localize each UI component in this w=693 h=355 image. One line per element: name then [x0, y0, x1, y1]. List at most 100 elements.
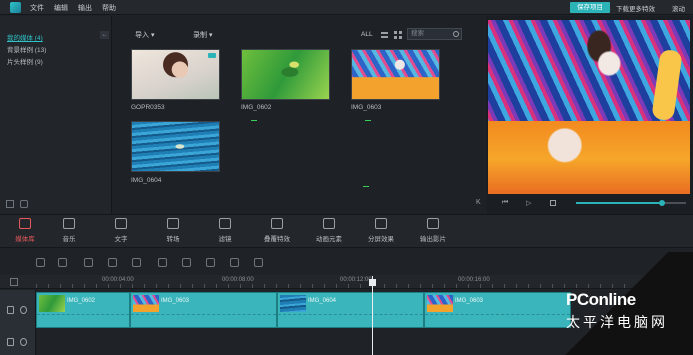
redo-icon[interactable] [58, 258, 67, 267]
clip-thumbnail [133, 295, 159, 312]
collapse-panel-icon[interactable]: ← [100, 31, 109, 39]
search-input[interactable]: 搜索 [407, 28, 462, 40]
video-camera-icon [208, 53, 216, 58]
app-logo-icon [10, 2, 21, 13]
tab-split-screen[interactable]: 分屏效果 [356, 218, 406, 243]
video-track-icon[interactable] [7, 306, 14, 314]
folder-icon [19, 218, 31, 229]
overlay-icon [271, 218, 283, 229]
image-icon [323, 218, 335, 229]
ruler-tick: 00:00:12:00 [340, 277, 372, 283]
zoom-icon[interactable] [182, 258, 191, 267]
menu-help[interactable]: 帮助 [102, 3, 116, 13]
tool-tabs: 媒体库 音乐 文字 转场 滤镜 叠覆特效 动画元素 分屏效果 输出影片 [0, 214, 693, 248]
tab-export[interactable]: 输出影片 [408, 218, 458, 243]
download-effects-link[interactable]: 下载更多特效 [616, 3, 655, 13]
tab-image[interactable]: 动画元素 [304, 218, 354, 243]
media-thumbnail-gopr0353[interactable] [131, 49, 220, 100]
tab-label: 滤镜 [218, 236, 232, 243]
clip-audio-line [131, 314, 276, 315]
timeline-clip[interactable]: IMG_0604 [277, 292, 424, 328]
record-dropdown[interactable]: 录制 ▾ [193, 30, 212, 40]
text-icon [115, 218, 127, 229]
settings-icon[interactable] [84, 258, 93, 267]
visibility-icon[interactable] [20, 306, 27, 314]
media-thumbnail-img-0602[interactable] [241, 49, 330, 100]
clip-audio-line [278, 314, 423, 315]
media-panel: 导入 ▾ 录制 ▾ ALL 搜索 GOPR0353 IMG_0602 IMG_0… [113, 16, 485, 214]
progress-fill [576, 202, 662, 204]
grid-view-icon[interactable] [394, 31, 402, 39]
add-folder-icon[interactable] [6, 200, 14, 208]
timeline-clip[interactable]: IMG_0603 [130, 292, 277, 328]
import-dropdown[interactable]: 导入 ▾ [135, 30, 154, 40]
tab-music-note[interactable]: 音乐 [44, 218, 94, 243]
play-icon[interactable]: ▷ [526, 199, 531, 207]
media-label: IMG_0603 [351, 104, 382, 111]
tab-text[interactable]: 文字 [96, 218, 146, 243]
clip-label: IMG_0603 [455, 298, 484, 304]
timeline-clip[interactable]: IMG_0602 [36, 292, 130, 328]
preview-skateboard [651, 48, 683, 122]
tab-label: 转场 [166, 236, 180, 243]
delete-folder-icon[interactable] [20, 200, 28, 208]
clip-label: IMG_0602 [67, 298, 96, 304]
used-marker [365, 120, 371, 121]
tab-overlay[interactable]: 叠覆特效 [252, 218, 302, 243]
ruler-tick: 00:00:16:00 [458, 277, 490, 283]
playhead-handle[interactable] [369, 279, 376, 286]
clip-audio-line [37, 314, 129, 315]
used-marker [363, 186, 369, 187]
duration-icon[interactable] [254, 258, 263, 267]
save-project-button[interactable]: 保存项目 [570, 2, 610, 13]
list-view-icon[interactable] [381, 32, 388, 38]
transition-icon [167, 218, 179, 229]
filter-all[interactable]: ALL [361, 31, 373, 38]
tab-folder[interactable]: 媒体库 [0, 218, 50, 243]
tab-label: 文字 [114, 236, 128, 243]
crop-icon[interactable] [158, 258, 167, 267]
preview-prev-icon[interactable]: K [476, 199, 481, 206]
watermark-subtitle: 太平洋电脑网 [566, 314, 668, 330]
preview-progress-bar[interactable] [576, 200, 686, 206]
add-track-icon[interactable] [10, 278, 18, 286]
library-item-backgrounds[interactable]: 背景样例 (13) [7, 44, 46, 54]
preview-step-back-icon[interactable]: ⏮ [502, 199, 508, 207]
filter-icon [219, 218, 231, 229]
search-placeholder: 搜索 [411, 30, 424, 37]
preview-video[interactable] [488, 20, 690, 194]
music-note-icon [63, 218, 75, 229]
stop-icon[interactable] [550, 200, 556, 206]
menu-export[interactable]: 输出 [78, 3, 92, 13]
tab-label: 音乐 [62, 236, 76, 243]
audio-track-header [0, 330, 36, 355]
preview-panel: K ⏮ ▷ [476, 16, 693, 214]
library-item-intros[interactable]: 片头样例 (9) [7, 56, 43, 66]
media-thumbnail-img-0604[interactable] [131, 121, 220, 172]
clip-thumbnail [39, 295, 65, 312]
delete-icon[interactable] [132, 258, 141, 267]
mute-icon[interactable] [20, 338, 27, 346]
tab-label: 输出影片 [420, 236, 446, 243]
menu-file[interactable]: 文件 [30, 3, 44, 13]
tab-label: 分屏效果 [368, 236, 394, 243]
clip-label: IMG_0604 [308, 298, 337, 304]
scroll-link[interactable]: 滚动 [672, 3, 685, 13]
audio-track-icon[interactable] [7, 338, 14, 346]
library-item-my-media[interactable]: 我的媒体 (4) [7, 32, 43, 42]
speed-icon[interactable] [206, 258, 215, 267]
title-bar: 文件 编辑 输出 帮助 保存项目 下载更多特效 滚动 [0, 0, 693, 15]
audio-mix-icon[interactable] [230, 258, 239, 267]
clip-thumbnail [427, 295, 453, 312]
tab-label: 动画元素 [316, 236, 342, 243]
playhead[interactable] [369, 276, 376, 355]
tab-label: 媒体库 [15, 236, 35, 243]
tab-filter[interactable]: 滤镜 [200, 218, 250, 243]
tab-transition[interactable]: 转场 [148, 218, 198, 243]
media-thumbnail-img-0603[interactable] [351, 49, 440, 100]
undo-icon[interactable] [36, 258, 45, 267]
cut-icon[interactable] [108, 258, 117, 267]
progress-knob[interactable] [658, 200, 665, 206]
search-icon[interactable] [453, 31, 459, 37]
menu-edit[interactable]: 编辑 [54, 3, 68, 13]
